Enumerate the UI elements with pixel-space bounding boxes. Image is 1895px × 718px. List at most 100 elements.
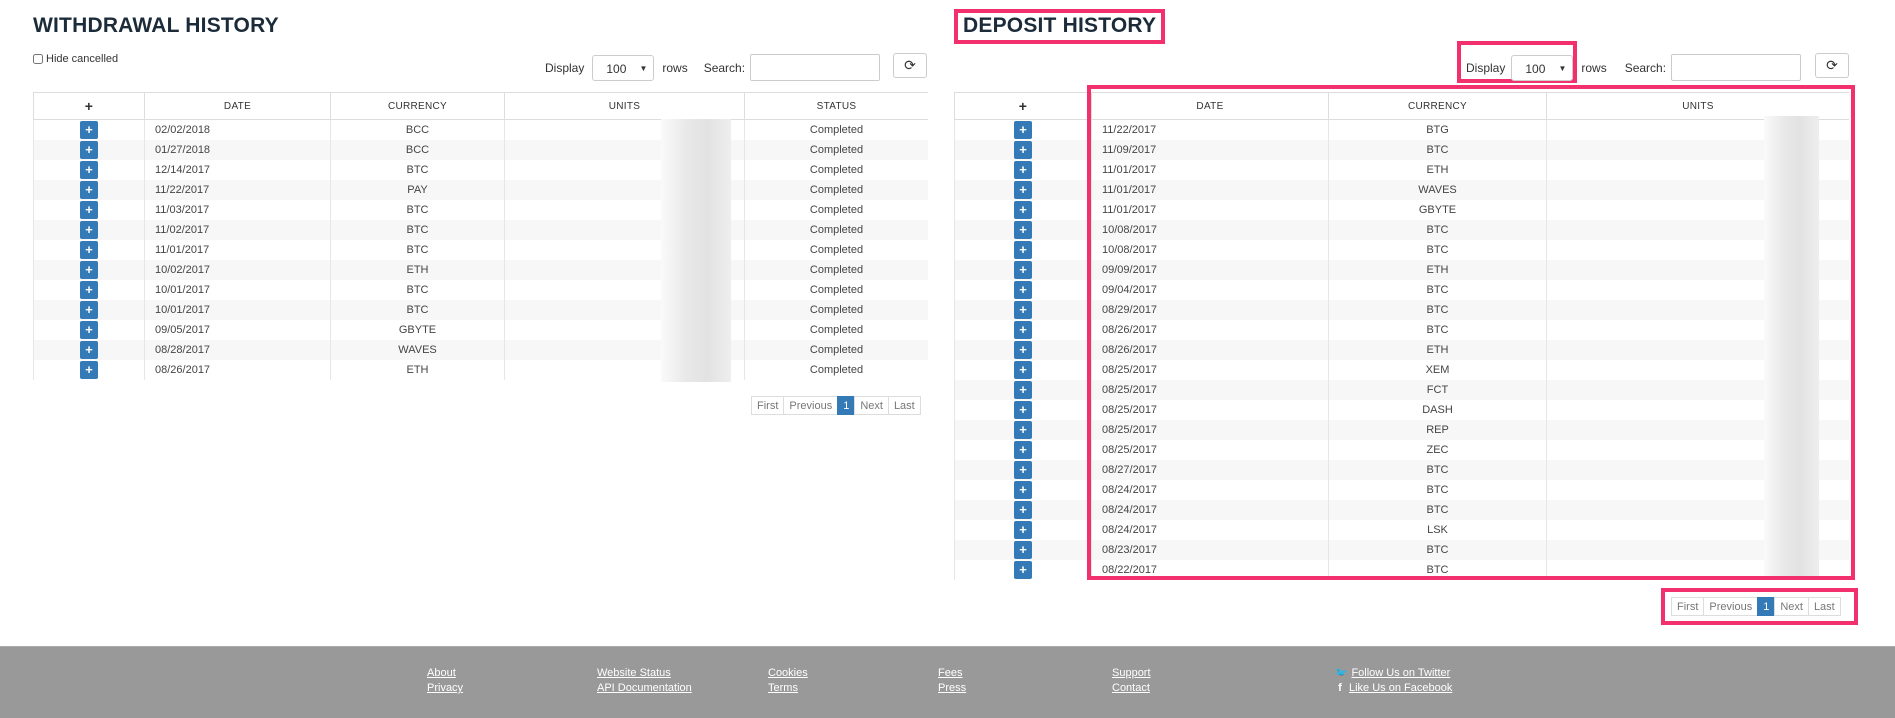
pagination-first-button[interactable]: First — [1671, 597, 1705, 616]
expand-row-button[interactable]: + — [80, 320, 98, 339]
footer-col-3: Cookies Terms — [768, 666, 808, 696]
pagination-next-button[interactable]: Next — [854, 396, 889, 415]
expand-row-button[interactable]: + — [80, 160, 98, 179]
column-header-units[interactable]: UNITS — [504, 92, 745, 120]
display-select[interactable]: 100 ▼ — [1511, 54, 1574, 81]
expand-row-button[interactable]: + — [80, 240, 98, 259]
footer-link-terms[interactable]: Terms — [768, 681, 808, 696]
column-header-currency[interactable]: CURRENCY — [330, 92, 505, 120]
expand-row-button[interactable]: + — [1014, 280, 1032, 299]
footer-link-press[interactable]: Press — [938, 681, 966, 696]
footer-col-4: Fees Press — [938, 666, 966, 696]
footer-link-facebook[interactable]: Like Us on Facebook — [1349, 681, 1452, 696]
expand-row-button[interactable]: + — [1014, 420, 1032, 439]
expand-row-button[interactable]: + — [1014, 260, 1032, 279]
expand-row-button[interactable]: + — [1014, 200, 1032, 219]
expand-cell: + — [954, 119, 1092, 140]
pagination-previous-button[interactable]: Previous — [783, 396, 839, 415]
refresh-icon: ⟳ — [904, 57, 916, 73]
footer-link-api-documentation[interactable]: API Documentation — [597, 681, 692, 696]
footer-link-website-status[interactable]: Website Status — [597, 666, 692, 681]
expand-row-button[interactable]: + — [1014, 160, 1032, 179]
pagination-last-button[interactable]: Last — [1807, 597, 1841, 616]
currency-cell: BTC — [330, 239, 505, 260]
expand-row-button[interactable]: + — [1014, 560, 1032, 579]
search-label: Search: — [703, 60, 746, 75]
pagination-last-button[interactable]: Last — [887, 396, 921, 415]
expand-row-button[interactable]: + — [1014, 240, 1032, 259]
footer-link-contact[interactable]: Contact — [1112, 681, 1151, 696]
expand-row-button[interactable]: + — [1014, 380, 1032, 399]
display-select[interactable]: 100 ▼ — [592, 54, 655, 81]
footer-link-support[interactable]: Support — [1112, 666, 1151, 681]
pagination-first-button[interactable]: First — [751, 396, 785, 415]
date-cell: 09/05/2017 — [144, 319, 331, 340]
footer-link-fees[interactable]: Fees — [938, 666, 966, 681]
expand-row-button[interactable]: + — [80, 140, 98, 159]
footer-link-twitter[interactable]: Follow Us on Twitter — [1351, 666, 1450, 681]
expand-cell: + — [33, 279, 145, 300]
expand-row-button[interactable]: + — [1014, 180, 1032, 199]
date-cell: 01/27/2018 — [144, 139, 331, 160]
expand-cell: + — [954, 499, 1092, 520]
withdrawal-table-wrap: + DATE CURRENCY UNITS STATUS +02/02/2018… — [33, 92, 928, 382]
column-header-status[interactable]: STATUS — [744, 92, 928, 120]
expand-row-button[interactable]: + — [1014, 140, 1032, 159]
expand-cell: + — [954, 439, 1092, 460]
search-input[interactable] — [1671, 54, 1802, 81]
expand-cell: + — [33, 339, 145, 360]
pagination-page-1-button[interactable]: 1 — [837, 396, 856, 415]
refresh-button[interactable]: ⟳ — [1815, 53, 1849, 78]
column-header-date[interactable]: DATE — [144, 92, 331, 120]
expand-row-button[interactable]: + — [80, 180, 98, 199]
hide-cancelled-input[interactable] — [33, 54, 43, 64]
footer-link-privacy[interactable]: Privacy — [427, 681, 463, 696]
expand-cell: + — [33, 199, 145, 220]
expand-row-button[interactable]: + — [80, 280, 98, 299]
date-cell: 08/28/2017 — [144, 339, 331, 360]
withdrawal-title: WITHDRAWAL HISTORY — [33, 14, 279, 37]
expand-row-button[interactable]: + — [1014, 400, 1032, 419]
expand-row-button[interactable]: + — [80, 120, 98, 139]
expand-row-button[interactable]: + — [80, 260, 98, 279]
pagination-previous-button[interactable]: Previous — [1703, 597, 1759, 616]
expand-row-button[interactable]: + — [80, 300, 98, 319]
expand-cell: + — [33, 239, 145, 260]
expand-cell: + — [954, 159, 1092, 180]
footer-link-about[interactable]: About — [427, 666, 463, 681]
pagination-next-button[interactable]: Next — [1774, 597, 1809, 616]
expand-row-button[interactable]: + — [80, 360, 98, 379]
status-cell: Completed — [744, 159, 928, 180]
expand-row-button[interactable]: + — [1014, 120, 1032, 139]
expand-row-button[interactable]: + — [1014, 440, 1032, 459]
withdrawal-controls: Display 100 ▼ rows Search: — [545, 54, 881, 81]
expand-row-button[interactable]: + — [1014, 500, 1032, 519]
footer-link-cookies[interactable]: Cookies — [768, 666, 808, 681]
status-cell: Completed — [744, 179, 928, 200]
hide-cancelled-checkbox[interactable]: Hide cancelled — [33, 53, 118, 65]
redacted-units — [661, 119, 731, 382]
expand-row-button[interactable]: + — [1014, 520, 1032, 539]
pagination-page-1-button[interactable]: 1 — [1757, 597, 1776, 616]
expand-row-button[interactable]: + — [1014, 460, 1032, 479]
display-value: 100 — [606, 61, 627, 76]
expand-row-button[interactable]: + — [80, 220, 98, 239]
currency-cell: BTC — [330, 199, 505, 220]
expand-row-button[interactable]: + — [1014, 220, 1032, 239]
expand-row-button[interactable]: + — [80, 340, 98, 359]
expand-row-button[interactable]: + — [1014, 340, 1032, 359]
expand-row-button[interactable]: + — [1014, 320, 1032, 339]
search-input[interactable] — [750, 54, 881, 81]
expand-cell: + — [33, 359, 145, 380]
caret-down-icon: ▼ — [1558, 63, 1567, 73]
expand-row-button[interactable]: + — [1014, 300, 1032, 319]
expand-cell: + — [33, 299, 145, 320]
expand-row-button[interactable]: + — [80, 200, 98, 219]
table-row: +11/22/2017 PAY Completed — [33, 179, 928, 200]
refresh-button[interactable]: ⟳ — [893, 53, 927, 78]
expand-row-button[interactable]: + — [1014, 360, 1032, 379]
expand-row-button[interactable]: + — [1014, 480, 1032, 499]
column-header-expand: + — [954, 92, 1092, 120]
expand-row-button[interactable]: + — [1014, 540, 1032, 559]
currency-cell: BCC — [330, 139, 505, 160]
